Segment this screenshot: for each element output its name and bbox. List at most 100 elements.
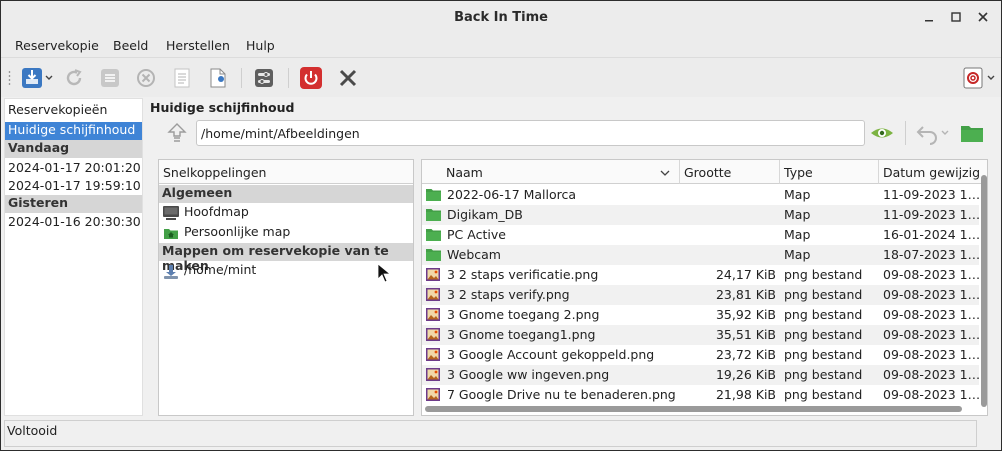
menu-bar: Reservekopie Beeld Herstellen Hulp (1, 35, 1001, 57)
file-row[interactable]: 3 Google Account gekoppeld.png 23,72 KiB p… (422, 345, 979, 365)
file-row[interactable]: Digikam_DB Map 11-09-2023 1… (422, 205, 979, 225)
file-date: 09-08-2023 1… (883, 287, 979, 302)
file-date: 18-07-2023 1… (883, 247, 979, 262)
file-row[interactable]: 3 Google ww ingeven.png 19,26 KiB png best… (422, 365, 979, 385)
path-input[interactable]: /home/mint/Afbeeldingen (196, 120, 865, 146)
image-file-icon (426, 388, 440, 404)
show-hidden-button[interactable] (869, 123, 895, 143)
folder-up-button[interactable] (164, 121, 190, 145)
file-date: 11-09-2023 1… (883, 187, 979, 202)
column-header-type[interactable]: Type (780, 160, 879, 184)
refresh-button[interactable] (63, 66, 85, 90)
file-name: Webcam (447, 247, 501, 262)
toolbar-separator (288, 68, 289, 88)
vertical-scrollbar[interactable] (981, 175, 987, 407)
file-row[interactable]: PC Active Map 16-01-2024 1… (422, 225, 979, 245)
file-row[interactable]: Webcam Map 18-07-2023 1… (422, 245, 979, 265)
file-list: Naam Grootte Type Datum gewijzig 2022-06… (421, 159, 988, 416)
snapshot-list-header: Reservekopieën (8, 102, 108, 117)
horizontal-scrollbar[interactable] (425, 406, 962, 412)
file-type: Map (784, 187, 811, 202)
shortcut-item[interactable]: /home/mint (159, 262, 413, 282)
restore-button[interactable] (915, 121, 951, 145)
file-type: png bestand (784, 327, 863, 342)
file-name: PC Active (447, 227, 506, 242)
shortcut-item[interactable]: Persoonlijke map (159, 224, 413, 244)
open-folder-button[interactable] (959, 121, 985, 145)
image-file-icon (426, 308, 440, 324)
file-row[interactable]: 3 2 staps verificatie.png 24,17 KiB png be… (422, 265, 979, 285)
file-date: 11-09-2023 1… (883, 207, 979, 222)
toolbar-grip (8, 70, 11, 86)
file-row[interactable]: 7 Google Drive nu te benaderen.png 21,98 … (422, 385, 979, 405)
column-label: Datum gewijzig (883, 165, 981, 180)
file-type: png bestand (784, 387, 863, 402)
log-icon (174, 68, 190, 88)
shortcuts-pane: Snelkoppelingen Algemeen Hoofdmap Persoo… (158, 159, 414, 416)
help-menu-button[interactable] (961, 66, 997, 90)
file-date: 09-08-2023 1… (883, 327, 979, 342)
file-name: 2022-06-17 Mallorca (447, 187, 577, 202)
folder-up-icon (167, 123, 187, 142)
shutdown-button[interactable] (299, 66, 323, 90)
section-title: Huidige schijfinhoud (150, 100, 295, 115)
file-name: 3 2 staps verify.png (447, 287, 570, 302)
column-header-name[interactable]: Naam (422, 160, 680, 184)
menu-hulp[interactable]: Hulp (246, 38, 275, 53)
shortcuts-group-general: Algemeen (159, 185, 413, 203)
menu-reservekopie[interactable]: Reservekopie (15, 38, 99, 53)
column-header-date[interactable]: Datum gewijzig (879, 160, 987, 184)
file-row[interactable]: 3 Gnome toegang 2.png 35,92 KiB png bestan… (422, 305, 979, 325)
file-row[interactable]: 3 2 staps verify.png 23,81 KiB png bestand… (422, 285, 979, 305)
power-icon (300, 67, 322, 89)
folder-icon (426, 228, 441, 244)
file-name: 3 Google ww ingeven.png (447, 367, 610, 382)
snapshot-item[interactable]: 2024-01-17 20:01:20 (5, 160, 142, 178)
status-bar: Voltooid (4, 420, 977, 447)
snapshot-item[interactable]: 2024-01-16 20:30:30 (5, 214, 142, 232)
file-size: 35,92 KiB (715, 307, 776, 322)
remove-snapshot-button[interactable] (134, 66, 158, 90)
file-size: 23,81 KiB (715, 287, 776, 302)
file-size: 35,51 KiB (715, 327, 776, 342)
file-type: Map (784, 227, 811, 242)
file-type: png bestand (784, 347, 863, 362)
column-label: Type (784, 165, 813, 180)
take-snapshot-button[interactable] (19, 66, 55, 90)
column-header-size[interactable]: Grootte (680, 160, 780, 184)
maximize-icon[interactable] (948, 9, 964, 25)
settings-button[interactable] (252, 66, 276, 90)
image-file-icon (426, 368, 440, 384)
folder-icon (426, 208, 441, 224)
computer-icon (163, 206, 179, 223)
shortcut-item[interactable]: Hoofdmap (159, 204, 413, 224)
menu-herstellen[interactable]: Herstellen (166, 38, 230, 53)
snapshot-name-button[interactable] (98, 66, 122, 90)
image-file-icon (426, 268, 440, 284)
image-file-icon (426, 288, 440, 304)
close-icon[interactable] (975, 9, 991, 25)
toolbar (1, 57, 1001, 97)
view-last-log-button[interactable] (206, 66, 230, 90)
document-icon (210, 68, 226, 88)
snapshot-current[interactable]: Huidige schijfinhoud (5, 122, 142, 140)
file-date: 09-08-2023 1… (883, 387, 979, 402)
snapshot-item[interactable]: 2024-01-17 19:59:10 (5, 178, 142, 196)
file-size: 19,26 KiB (715, 367, 776, 382)
snapshot-group-yesterday: Gisteren (5, 195, 142, 213)
snapshot-log-button[interactable] (170, 66, 194, 90)
minimize-icon[interactable] (921, 9, 937, 25)
quit-icon (339, 69, 357, 87)
sort-chevron-icon (660, 165, 670, 180)
image-file-icon (426, 348, 440, 364)
file-row[interactable]: 2022-06-17 Mallorca Map 11-09-2023 1… (422, 185, 979, 205)
status-text: Voltooid (7, 423, 58, 438)
folder-icon (961, 126, 983, 142)
title-bar: Back In Time (1, 1, 1001, 35)
menu-beeld[interactable]: Beeld (113, 38, 148, 53)
file-size: 24,17 KiB (715, 267, 776, 282)
shortcuts-group-backup: Mappen om reservekopie van te maken (159, 243, 413, 273)
quit-button[interactable] (336, 66, 360, 90)
file-row[interactable]: 3 Gnome toegang1.png 35,51 KiB png bestand… (422, 325, 979, 345)
refresh-icon (66, 69, 82, 86)
